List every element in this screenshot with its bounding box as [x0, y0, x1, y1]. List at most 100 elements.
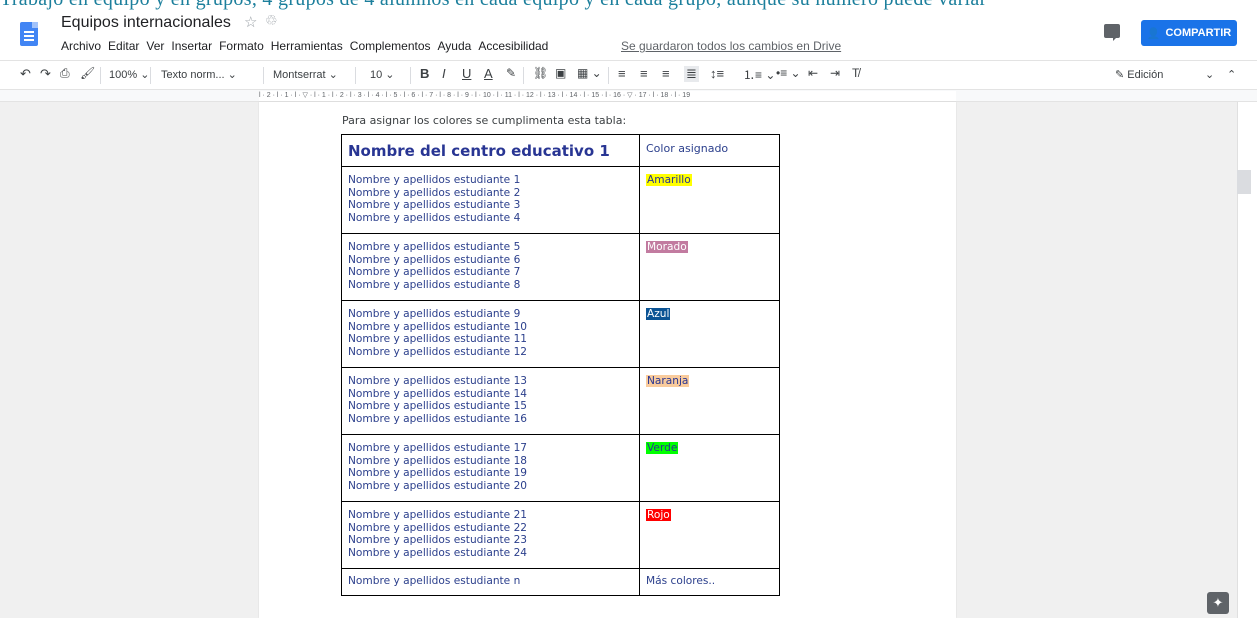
color-label: Morado: [646, 241, 688, 253]
move-to-folder-icon[interactable]: ♲: [265, 12, 278, 29]
student-name: Nombre y apellidos estudiante 4: [348, 211, 521, 224]
color-cell[interactable]: Más colores..: [639, 568, 780, 596]
menu-editar[interactable]: Editar: [108, 39, 139, 53]
share-button-label: COMPARTIR: [1165, 27, 1232, 39]
toolbar-divider: [410, 67, 411, 84]
style-select[interactable]: Texto norm... ⌄: [161, 68, 237, 81]
bulleted-list-icon[interactable]: •≡ ⌄: [776, 66, 801, 80]
menu-herramientas[interactable]: Herramientas: [271, 39, 343, 53]
toolbar-divider: [608, 67, 609, 84]
menu-accesibilidad[interactable]: Accesibilidad: [478, 39, 548, 53]
comments-icon[interactable]: [1104, 24, 1120, 41]
menu-formato[interactable]: Formato: [219, 39, 264, 53]
students-cell[interactable]: Nombre y apellidos estudiante 5 Nombre y…: [341, 233, 640, 301]
assigned-color-header[interactable]: Color asignado: [639, 134, 780, 167]
font-size-select[interactable]: 10 ⌄: [370, 68, 395, 81]
table-row: Nombre y apellidos estudiante 9 Nombre y…: [341, 300, 780, 368]
editing-mode-label: Edición: [1127, 69, 1164, 81]
formatting-toolbar: ↶ ↷ ⎙ 🖌 100% ⌄ Texto norm... ⌄ Montserra…: [0, 60, 1257, 90]
scrollbar-thumb[interactable]: [1237, 170, 1251, 194]
color-cell[interactable]: Azul: [639, 300, 780, 368]
student-name: Nombre y apellidos estudiante 22: [348, 521, 528, 534]
color-label: Azul: [646, 308, 671, 320]
paint-format-icon[interactable]: 🖌: [80, 66, 95, 80]
save-status-link[interactable]: Se guardaron todos los cambios en Drive: [621, 39, 841, 53]
clear-formatting-icon[interactable]: T̸: [852, 66, 859, 80]
menu-ayuda[interactable]: Ayuda: [438, 39, 472, 53]
color-assignment-table[interactable]: Nombre del centro educativo 1 Color asig…: [341, 134, 780, 596]
align-center-icon[interactable]: ≡: [640, 66, 648, 81]
editing-mode-select[interactable]: ✎ Edición: [1115, 68, 1163, 81]
hide-menus-icon[interactable]: ⌃: [1227, 68, 1236, 81]
students-cell[interactable]: Nombre y apellidos estudiante 17 Nombre …: [341, 434, 640, 502]
intro-paragraph[interactable]: Para asignar los colores se cumplimenta …: [342, 114, 626, 127]
student-name: Nombre y apellidos estudiante 11: [348, 333, 528, 345]
zoom-select[interactable]: 100% ⌄: [109, 68, 149, 81]
docs-logo-icon[interactable]: [20, 22, 38, 46]
pencil-icon: ✎: [1115, 69, 1125, 81]
italic-icon[interactable]: I: [442, 66, 446, 81]
align-right-icon[interactable]: ≡: [662, 66, 670, 81]
students-cell[interactable]: Nombre y apellidos estudiante 13 Nombre …: [341, 367, 640, 435]
toolbar-divider: [100, 67, 101, 84]
lock-icon: 👤: [1146, 27, 1161, 40]
print-icon[interactable]: ⎙: [60, 66, 70, 81]
underline-icon[interactable]: U: [462, 66, 471, 81]
toolbar-divider: [263, 67, 264, 84]
font-size-value: 10: [370, 69, 383, 81]
document-title[interactable]: Equipos internacionales: [61, 14, 231, 32]
table-row: Nombre y apellidos estudiante 17 Nombre …: [341, 434, 780, 502]
students-cell[interactable]: Nombre y apellidos estudiante 21 Nombre …: [341, 501, 640, 569]
title-bar: Equipos internacionales ☆ ♲ Archivo Edit…: [0, 10, 1257, 60]
add-comment-icon[interactable]: ▣: [555, 66, 566, 80]
students-cell[interactable]: Nombre y apellidos estudiante 1 Nombre y…: [341, 166, 640, 234]
insert-image-icon[interactable]: ▦ ⌄: [577, 66, 602, 80]
align-justify-icon[interactable]: ≣: [684, 66, 699, 82]
student-name: Nombre y apellidos estudiante 6: [348, 253, 521, 266]
increase-indent-icon[interactable]: ⇥: [830, 66, 840, 80]
students-cell[interactable]: Nombre y apellidos estudiante n: [341, 568, 640, 596]
student-name: Nombre y apellidos estudiante 20: [348, 479, 528, 492]
menu-archivo[interactable]: Archivo: [61, 39, 101, 53]
student-name: Nombre y apellidos estudiante 13: [348, 375, 528, 387]
toolbar-divider: [355, 67, 356, 84]
student-name: Nombre y apellidos estudiante 21: [348, 509, 528, 521]
star-icon[interactable]: ☆: [244, 13, 257, 31]
text-color-icon[interactable]: A: [484, 66, 493, 81]
bold-icon[interactable]: B: [420, 66, 429, 81]
color-cell[interactable]: Rojo: [639, 501, 780, 569]
color-cell[interactable]: Naranja: [639, 367, 780, 435]
school-name-cell[interactable]: Nombre del centro educativo 1: [341, 134, 640, 167]
share-button[interactable]: 👤 COMPARTIR: [1141, 20, 1237, 46]
color-label: Verde: [646, 442, 679, 454]
explore-icon[interactable]: ✦: [1207, 592, 1229, 614]
undo-icon[interactable]: ↶: [20, 66, 31, 82]
font-select[interactable]: Montserrat ⌄: [273, 68, 338, 81]
highlight-icon[interactable]: ✎: [506, 66, 516, 80]
align-left-icon[interactable]: ≡: [618, 66, 626, 81]
student-name: Nombre y apellidos estudiante 12: [348, 345, 528, 358]
menu-complementos[interactable]: Complementos: [350, 39, 431, 53]
color-cell[interactable]: Morado: [639, 233, 780, 301]
chevron-down-icon[interactable]: ⌄: [1205, 68, 1214, 81]
student-name: Nombre y apellidos estudiante 24: [348, 546, 528, 559]
link-icon[interactable]: ⛓: [533, 66, 548, 80]
student-name: Nombre y apellidos estudiante 15: [348, 400, 528, 412]
line-spacing-icon[interactable]: ↕≡: [710, 66, 724, 81]
page-top-text: Trabajo en equipo y en grupos, 4 grupos …: [0, 0, 1257, 10]
table-header-row: Nombre del centro educativo 1 Color asig…: [341, 134, 780, 167]
redo-icon[interactable]: ↷: [40, 66, 51, 82]
table-row: Nombre y apellidos estudiante 13 Nombre …: [341, 367, 780, 435]
style-value: Texto norm...: [161, 69, 225, 81]
color-cell[interactable]: Verde: [639, 434, 780, 502]
color-cell[interactable]: Amarillo: [639, 166, 780, 234]
numbered-list-icon[interactable]: ⒈≡ ⌄: [743, 66, 775, 83]
menu-insertar[interactable]: Insertar: [171, 39, 212, 53]
horizontal-ruler[interactable]: l · 2 · l · 1 · l · ▽ · l · 1 · l · 2 · …: [0, 90, 1257, 102]
student-name: Nombre y apellidos estudiante 17: [348, 442, 528, 454]
students-cell[interactable]: Nombre y apellidos estudiante 9 Nombre y…: [341, 300, 640, 368]
table-row: Nombre y apellidos estudiante 1 Nombre y…: [341, 166, 780, 234]
student-name: Nombre y apellidos estudiante 7: [348, 266, 521, 278]
decrease-indent-icon[interactable]: ⇤: [808, 66, 818, 80]
menu-ver[interactable]: Ver: [146, 39, 164, 53]
